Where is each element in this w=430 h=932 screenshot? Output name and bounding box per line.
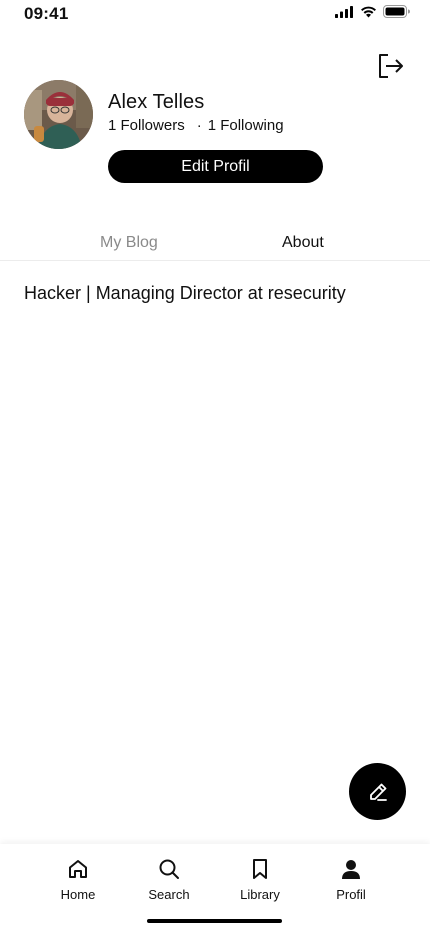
profile-name: Alex Telles [108, 91, 205, 113]
stats-separator: · [196, 117, 202, 134]
nav-item-library[interactable]: Library [225, 856, 295, 902]
profile-stats: 1 Followers · 1 Following [108, 117, 284, 134]
home-indicator [147, 919, 282, 923]
following-count[interactable]: 1 Following [208, 117, 284, 134]
nav-label-library: Library [240, 887, 280, 902]
status-bar: 09:41 [0, 0, 430, 28]
logout-icon [379, 54, 403, 78]
write-post-button[interactable] [349, 763, 406, 820]
tab-my-blog[interactable]: My Blog [100, 234, 158, 252]
nav-item-profil[interactable]: Profil [316, 856, 386, 902]
bookmark-icon [247, 856, 273, 882]
pencil-icon [369, 783, 387, 801]
tab-about[interactable]: About [282, 234, 324, 252]
search-icon [156, 856, 182, 882]
logout-button[interactable] [376, 52, 406, 80]
nav-item-search[interactable]: Search [134, 856, 204, 902]
battery-icon [383, 5, 410, 18]
nav-item-home[interactable]: Home [43, 856, 113, 902]
followers-count[interactable]: 1 Followers [108, 117, 185, 134]
status-icons [335, 5, 410, 18]
person-icon [338, 856, 364, 882]
avatar[interactable] [24, 80, 93, 149]
wifi-icon [360, 6, 377, 18]
signal-icon [335, 5, 354, 18]
nav-label-search: Search [148, 887, 190, 902]
status-time: 09:41 [24, 4, 69, 23]
edit-profile-button[interactable]: Edit Profil [108, 150, 323, 183]
home-icon [65, 856, 91, 882]
nav-label-profil: Profil [336, 887, 366, 902]
about-bio: Hacker | Managing Director at resecurity [24, 283, 346, 303]
profile-tabs: My Blog About [0, 226, 430, 261]
nav-label-home: Home [60, 887, 96, 902]
